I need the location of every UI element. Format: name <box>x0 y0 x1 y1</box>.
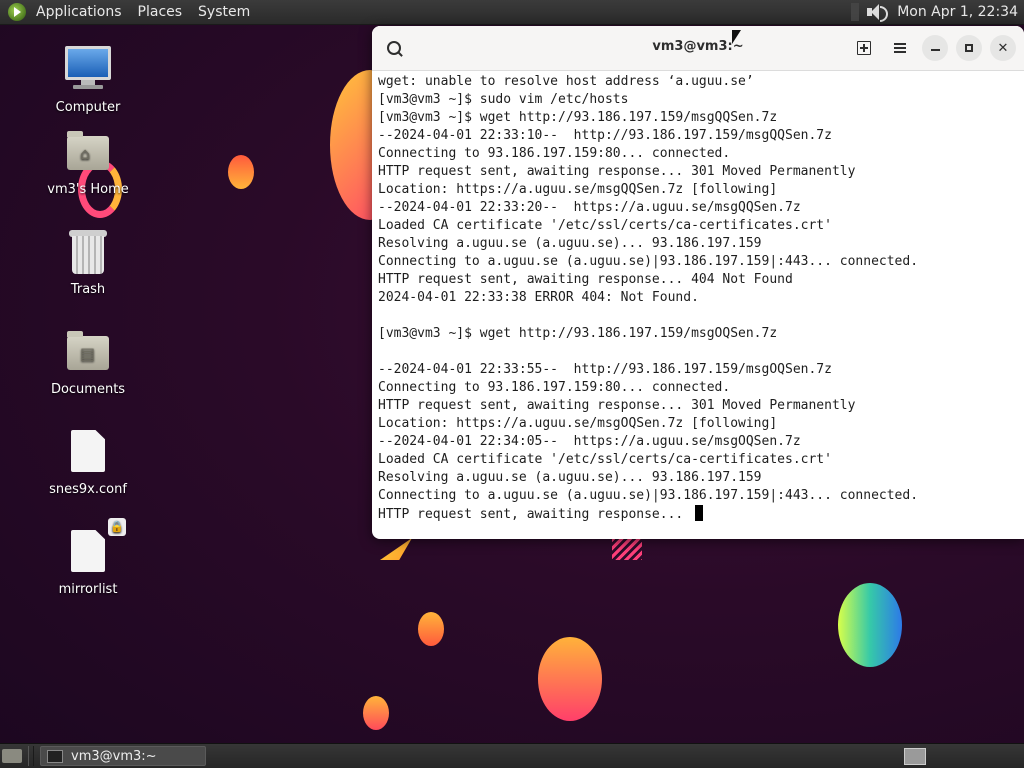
desktop-icon-label: vm3's Home <box>47 182 129 197</box>
desktop-icon-label: snes9x.conf <box>49 482 127 497</box>
terminal-line: Connecting to a.uguu.se (a.uguu.se)|93.1… <box>378 254 919 269</box>
minimize-button[interactable] <box>922 35 948 61</box>
window-controls: ✕ <box>850 34 1016 62</box>
terminal-line: 2024-04-01 22:33:38 ERROR 404: Not Found… <box>378 290 699 305</box>
terminal-line: [vm3@vm3 ~]$ sudo vim /etc/hosts <box>378 92 629 107</box>
workspace-switcher[interactable] <box>904 747 926 765</box>
terminal-line: Connecting to 93.186.197.159:80... conne… <box>378 380 731 395</box>
terminal-header-bar[interactable]: vm3@vm3:~ ✕ <box>372 26 1024 71</box>
decorative-blob <box>418 612 444 646</box>
desktop-icon-label: Documents <box>50 382 126 397</box>
menu-system[interactable]: System <box>190 0 258 24</box>
terminal-line: Connecting to a.uguu.se (a.uguu.se)|93.1… <box>378 488 919 503</box>
desktop-icon-label: Computer <box>55 100 121 115</box>
terminal-line: --2024-04-01 22:33:20-- https://a.uguu.s… <box>378 200 801 215</box>
desktop-icon-computer[interactable]: Computer <box>33 46 143 115</box>
menu-button[interactable] <box>886 34 914 62</box>
taskbar-item-label: vm3@vm3:~ <box>71 748 157 764</box>
minimize-icon <box>930 49 940 51</box>
main-menu: Applications Places System <box>0 0 258 24</box>
decorative-blob <box>838 583 902 667</box>
decorative-streak <box>612 538 642 560</box>
home-folder-icon: ⌂ <box>64 128 112 176</box>
mouse-pointer-icon <box>732 30 741 44</box>
documents-folder-icon: ▤ <box>64 328 112 376</box>
system-tray: Mon Apr 1, 22:34 <box>851 0 1024 24</box>
terminal-window[interactable]: vm3@vm3:~ ✕ wget: unable to resolve host… <box>372 26 1024 539</box>
text-cursor <box>695 505 704 521</box>
decorative-blob <box>538 637 602 721</box>
decorative-blob <box>363 696 389 730</box>
new-tab-button[interactable] <box>850 34 878 62</box>
terminal-line: HTTP request sent, awaiting response... <box>378 505 1018 523</box>
desktop-icon-trash[interactable]: Trash <box>33 228 143 297</box>
terminal-line: --2024-04-01 22:34:05-- https://a.uguu.s… <box>378 434 801 449</box>
locked-file-icon: 🔒 <box>64 518 126 576</box>
terminal-line: --2024-04-01 22:33:10-- http://93.186.19… <box>378 128 832 143</box>
terminal-line: Resolving a.uguu.se (a.uguu.se)... 93.18… <box>378 470 762 485</box>
close-button[interactable]: ✕ <box>990 35 1016 61</box>
terminal-line: HTTP request sent, awaiting response... … <box>378 398 856 413</box>
hamburger-menu-icon <box>894 47 906 49</box>
terminal-line: Loaded CA certificate '/etc/ssl/certs/ca… <box>378 452 832 467</box>
trash-icon <box>64 228 112 276</box>
terminal-line: Resolving a.uguu.se (a.uguu.se)... 93.18… <box>378 236 762 251</box>
terminal-output[interactable]: wget: unable to resolve host address ‘a.… <box>372 71 1024 525</box>
menu-applications[interactable]: Applications <box>28 0 130 24</box>
lock-icon: 🔒 <box>108 518 126 536</box>
volume-icon[interactable] <box>865 2 889 22</box>
terminal-line: Location: https://a.uguu.se/msgQQSen.7z … <box>378 182 778 197</box>
tray-separator <box>851 3 860 21</box>
terminal-line: HTTP request sent, awaiting response... … <box>378 272 793 287</box>
terminal-icon <box>47 749 63 763</box>
desktop-icon-documents[interactable]: ▤ Documents <box>33 328 143 397</box>
clock[interactable]: Mon Apr 1, 22:34 <box>897 4 1024 20</box>
desktop-icon-snes9x-conf[interactable]: snes9x.conf <box>33 428 143 497</box>
applications-logo-icon[interactable] <box>8 3 26 21</box>
decorative-streak <box>380 538 412 560</box>
bottom-panel: vm3@vm3:~ <box>0 743 1024 768</box>
terminal-line: Connecting to 93.186.197.159:80... conne… <box>378 146 731 161</box>
computer-icon <box>64 46 112 94</box>
terminal-line: HTTP request sent, awaiting response... … <box>378 164 856 179</box>
taskbar-separator <box>28 746 34 766</box>
terminal-line: wget: unable to resolve host address ‘a.… <box>378 74 754 89</box>
terminal-line: Location: https://a.uguu.se/msgOQSen.7z … <box>378 416 778 431</box>
search-button[interactable] <box>380 34 408 62</box>
new-tab-icon <box>857 41 871 55</box>
desktop-icon-home[interactable]: ⌂ vm3's Home <box>33 128 143 197</box>
maximize-button[interactable] <box>956 35 982 61</box>
desktop-icon-label: Trash <box>70 282 106 297</box>
text-file-icon <box>64 428 112 476</box>
desktop-icon-mirrorlist[interactable]: 🔒 mirrorlist <box>33 518 143 597</box>
desktop-icon-label: mirrorlist <box>58 582 118 597</box>
terminal-line: [vm3@vm3 ~]$ wget http://93.186.197.159/… <box>378 110 778 125</box>
terminal-line: [vm3@vm3 ~]$ wget http://93.186.197.159/… <box>378 326 778 341</box>
terminal-line: --2024-04-01 22:33:55-- http://93.186.19… <box>378 362 832 377</box>
top-panel: Applications Places System Mon Apr 1, 22… <box>0 0 1024 25</box>
taskbar-item-terminal[interactable]: vm3@vm3:~ <box>40 746 206 766</box>
menu-places[interactable]: Places <box>130 0 191 24</box>
search-icon <box>387 41 401 55</box>
show-desktop-icon[interactable] <box>2 749 22 763</box>
terminal-line: Loaded CA certificate '/etc/ssl/certs/ca… <box>378 218 832 233</box>
maximize-icon <box>965 44 973 52</box>
close-icon: ✕ <box>997 40 1009 56</box>
terminal-line-text: HTTP request sent, awaiting response... <box>378 507 692 522</box>
decorative-blob <box>228 155 254 189</box>
